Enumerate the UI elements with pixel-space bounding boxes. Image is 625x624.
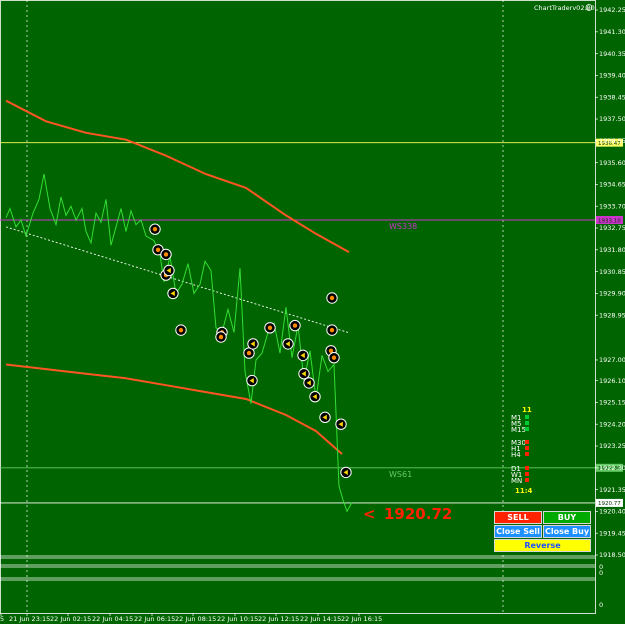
price-tick-label: 1925.15 bbox=[599, 399, 625, 407]
time-tick-label: 5 bbox=[0, 615, 4, 623]
sell-button[interactable]: SELL bbox=[494, 511, 542, 524]
timeframe-signal bbox=[525, 440, 529, 444]
buy-marker-dot bbox=[329, 295, 335, 301]
buy-marker-dot bbox=[163, 252, 169, 257]
price-tick-label: 1934.65 bbox=[599, 181, 625, 189]
sell-marker[interactable] bbox=[282, 338, 294, 350]
price-tick-label: 1933.70 bbox=[599, 202, 625, 210]
timeframe-signal bbox=[525, 452, 529, 456]
buy-marker[interactable] bbox=[175, 324, 187, 336]
price-tick-label: 1922.30 bbox=[599, 464, 625, 472]
time-tick-label: 22 Jun 06:15 bbox=[134, 615, 175, 623]
time-tick-label: 22 Jun 10:15 bbox=[217, 615, 258, 623]
sell-marker[interactable] bbox=[246, 374, 258, 387]
buy-marker[interactable] bbox=[149, 223, 161, 235]
level-name: WS338 bbox=[389, 222, 417, 231]
sell-marker[interactable] bbox=[309, 390, 321, 403]
buy-marker[interactable] bbox=[264, 322, 276, 334]
buy-marker[interactable] bbox=[326, 324, 338, 336]
buy-marker-dot bbox=[152, 226, 158, 232]
time-tick-label: 21 Jun 23:15 bbox=[9, 615, 50, 623]
current-price-marker: < bbox=[363, 505, 376, 523]
buy-marker[interactable] bbox=[289, 319, 301, 332]
price-tick-label: 1921.35 bbox=[599, 486, 625, 494]
close-sell-button[interactable]: Close Sell bbox=[494, 525, 542, 538]
timeframe-label: M15 bbox=[511, 426, 526, 434]
signal-bottom-count: 11:4 bbox=[515, 487, 533, 495]
sell-marker[interactable] bbox=[298, 368, 310, 380]
buy-marker-dot bbox=[292, 323, 298, 328]
price-tick-label: 1936.55 bbox=[599, 137, 625, 145]
price-tick-label: 1942.25 bbox=[599, 6, 625, 14]
price-tick-label: 1919.45 bbox=[599, 529, 625, 537]
buy-marker-dot bbox=[178, 327, 184, 333]
timeframe-signal bbox=[525, 415, 529, 419]
subwindow-tick-label: 0 bbox=[599, 569, 603, 577]
sell-marker[interactable] bbox=[163, 264, 175, 277]
current-price-value: 1920.72 bbox=[384, 505, 452, 523]
timeframe-signal bbox=[525, 446, 529, 450]
time-tick-label: 22 Jun 16:15 bbox=[341, 615, 382, 623]
price-tick-label: 1937.50 bbox=[599, 115, 625, 123]
sell-marker[interactable] bbox=[335, 418, 347, 430]
buy-marker[interactable] bbox=[328, 351, 340, 364]
buy-marker-dot bbox=[155, 247, 161, 253]
time-tick-label: 22 Jun 08:15 bbox=[175, 615, 216, 623]
buy-marker[interactable] bbox=[215, 331, 227, 343]
sell-marker[interactable] bbox=[303, 377, 315, 389]
reverse-button[interactable]: Reverse bbox=[494, 539, 591, 552]
price-tick-label: 1931.80 bbox=[599, 246, 625, 254]
price-tick-label: 1935.60 bbox=[599, 159, 625, 167]
timeframe-label: H4 bbox=[511, 451, 521, 459]
time-tick-label: 22 Jun 04:15 bbox=[92, 615, 133, 623]
time-tick-label: 22 Jun 02:15 bbox=[50, 615, 91, 623]
price-tick-label: 1929.90 bbox=[599, 290, 625, 298]
timeframe-signal bbox=[525, 421, 529, 425]
close-buy-button[interactable]: Close Buy bbox=[543, 525, 591, 538]
level-name: WS61 bbox=[389, 470, 412, 479]
sell-marker[interactable] bbox=[297, 349, 309, 362]
buy-marker[interactable] bbox=[326, 292, 338, 304]
buy-marker-dot bbox=[246, 350, 252, 356]
time-axis: 5 21 Jun 23:15 22 Jun 02:15 22 Jun 04:15 22 … bbox=[0, 613, 382, 623]
timeframe-signal bbox=[525, 478, 529, 482]
sell-marker[interactable] bbox=[167, 287, 179, 300]
timeframe-signal bbox=[525, 427, 529, 431]
buy-marker[interactable] bbox=[160, 248, 172, 261]
price-tick-label: 1920.40 bbox=[599, 508, 625, 516]
buy-marker-dot bbox=[331, 355, 337, 360]
price-tick-label: 1926.10 bbox=[599, 377, 625, 385]
sell-marker[interactable] bbox=[319, 411, 331, 424]
price-tick-label: 1939.40 bbox=[599, 72, 625, 80]
price-tick-label: 1940.35 bbox=[599, 50, 625, 58]
price-tick-label: 1941.30 bbox=[599, 28, 625, 36]
price-tick-label: 1918.50 bbox=[599, 551, 625, 559]
sell-marker[interactable] bbox=[247, 338, 259, 350]
sell-marker[interactable] bbox=[340, 466, 352, 479]
price-tick-label: 1924.20 bbox=[599, 420, 625, 428]
timeframe-signal bbox=[525, 472, 529, 476]
time-tick-label: 22 Jun 12:15 bbox=[258, 615, 299, 623]
buy-marker-dot bbox=[218, 334, 224, 340]
buy-marker-dot bbox=[267, 325, 273, 331]
price-tick-label: 1928.95 bbox=[599, 311, 625, 319]
price-tick-label: 1930.85 bbox=[599, 268, 625, 276]
subwindow-tick-label: 0 bbox=[599, 601, 603, 609]
buy-button[interactable]: BUY bbox=[543, 511, 591, 524]
signal-top-count: 11 bbox=[522, 406, 532, 414]
timeframe-signal bbox=[525, 466, 529, 470]
price-tick-label: 1938.45 bbox=[599, 93, 625, 101]
price-tick-label: 1927.00 bbox=[599, 356, 625, 364]
level-price-label: 1920.77 bbox=[598, 501, 621, 507]
buy-marker-dot bbox=[329, 327, 335, 333]
price-tick-label: 1923.25 bbox=[599, 442, 625, 450]
price-tick-label: 1932.75 bbox=[599, 224, 625, 232]
timeframe-label: MN bbox=[511, 477, 522, 485]
time-tick-label: 22 Jun 14:15 bbox=[300, 615, 341, 623]
